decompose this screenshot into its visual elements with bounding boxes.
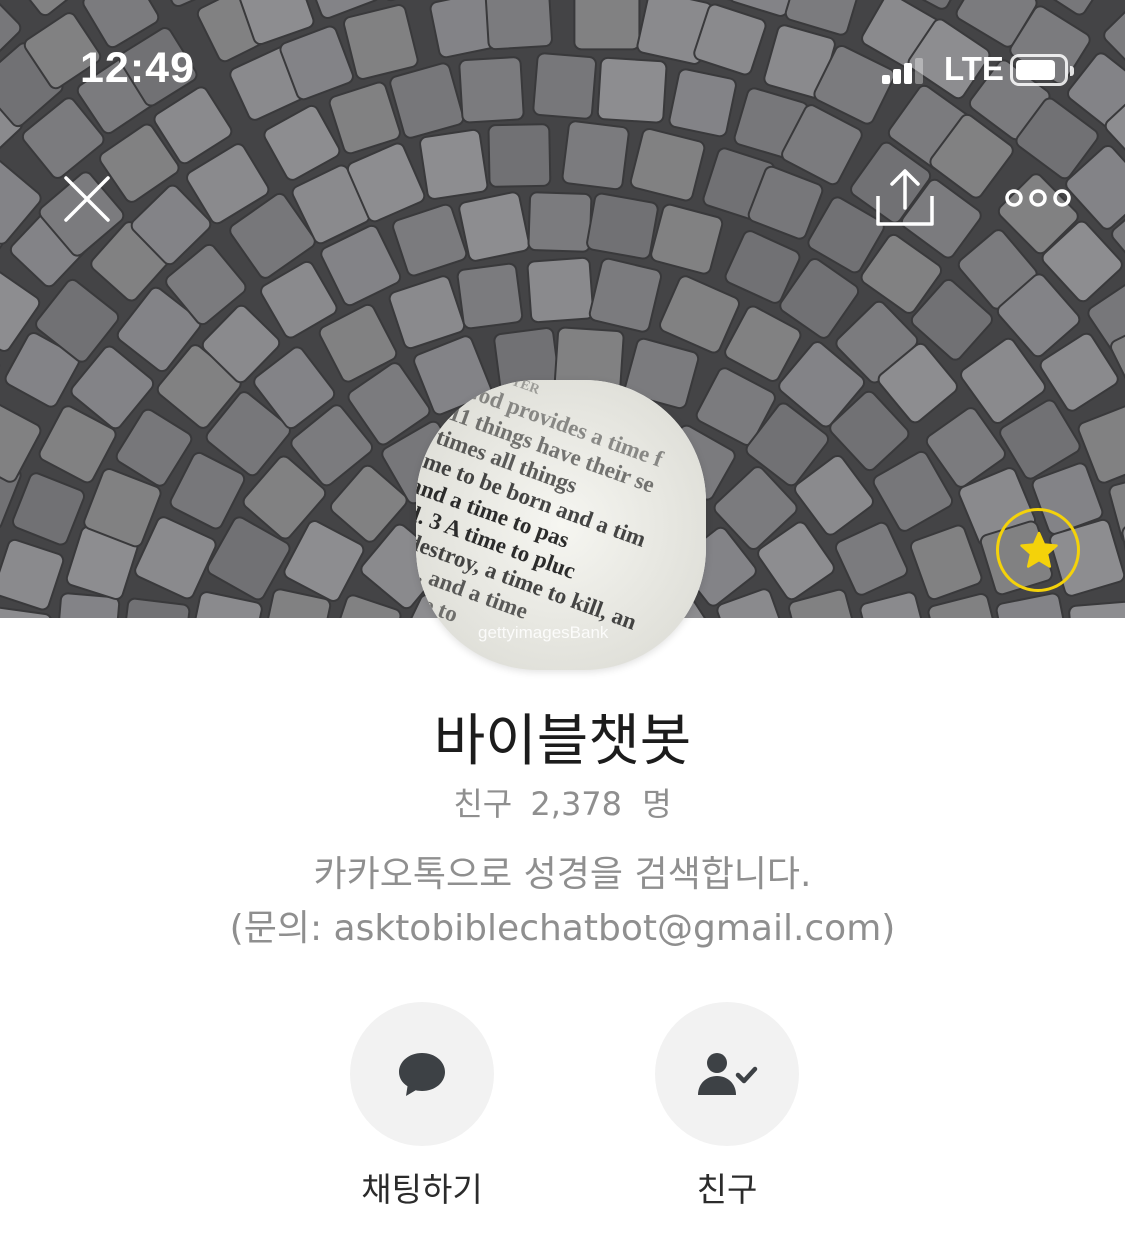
friend-count-number: 2,378 <box>530 785 623 823</box>
share-button[interactable] <box>872 166 938 232</box>
friend-button[interactable]: 친구 <box>627 1002 827 1212</box>
status-message-line: 카카오톡으로 성경을 검색합니다. <box>313 854 812 895</box>
chat-button[interactable]: 채팅하기 <box>322 1002 522 1212</box>
friend-count: 친구 2,378 명 <box>0 782 1125 826</box>
friend-button-label: 친구 <box>696 1170 758 1209</box>
friend-count-unit: 명 <box>642 785 672 823</box>
network-label: LTE <box>944 50 1004 87</box>
profile-name: 바이블챗봇 <box>433 709 692 774</box>
status-message: 카카오톡으로 성경을 검색합니다. (문의: asktobiblechatbot… <box>0 848 1125 956</box>
close-button[interactable] <box>58 170 116 228</box>
status-bar: 12:49 LTE <box>0 0 1125 130</box>
signal-icon <box>882 58 923 84</box>
status-time: 12:49 <box>80 44 195 92</box>
avatar-watermark: gettyimagesBank <box>478 623 609 642</box>
favorite-button[interactable] <box>996 508 1080 592</box>
status-message-line: (문의: asktobiblechatbot@gmail.com) <box>229 908 896 949</box>
chat-button-label: 채팅하기 <box>361 1170 483 1209</box>
friend-check-icon <box>698 1053 758 1095</box>
profile-avatar[interactable]: CHAPTERGod provides a time f11 things ha… <box>416 380 706 670</box>
friend-button-circle[interactable] <box>655 1002 799 1146</box>
star-icon <box>1020 531 1058 568</box>
more-dots-icon <box>1005 189 1071 207</box>
chat-bubble-icon <box>399 1053 445 1096</box>
share-icon <box>876 169 934 226</box>
more-button[interactable] <box>1002 180 1074 216</box>
friend-count-label: 친구 <box>453 785 513 823</box>
avatar-book-image: CHAPTERGod provides a time f11 things ha… <box>416 380 706 670</box>
battery-icon <box>1010 54 1074 86</box>
chat-button-circle[interactable] <box>350 1002 494 1146</box>
close-icon <box>64 176 110 222</box>
